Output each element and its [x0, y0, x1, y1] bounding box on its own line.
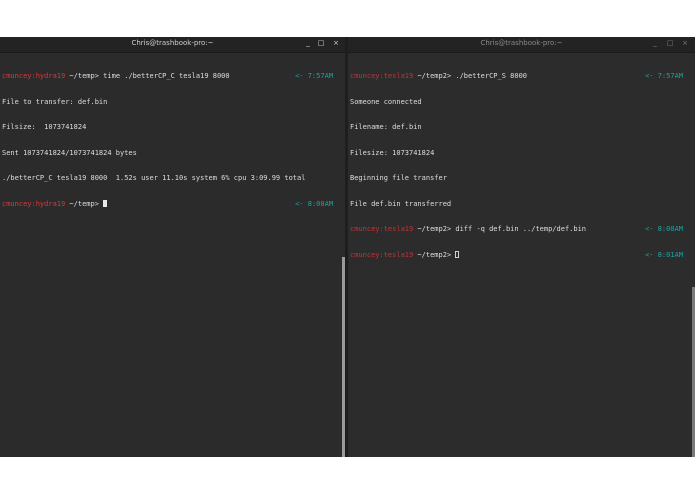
minimize-icon[interactable]: _: [303, 39, 313, 47]
prompt-line: cmuncey:hydra19 ~/temp> time ./betterCP_…: [2, 72, 333, 80]
output-line: File def.bin transferred: [350, 199, 452, 208]
left-terminal-output[interactable]: cmuncey:hydra19 ~/temp> time ./betterCP_…: [0, 53, 345, 225]
close-icon[interactable]: ×: [680, 39, 690, 47]
maximize-icon[interactable]: □: [316, 39, 326, 47]
command-text: time ./betterCP_C tesla19 8000: [103, 72, 230, 80]
text-cursor: [455, 250, 460, 258]
timestamp: <- 8:00AM: [645, 225, 683, 233]
timestamp: <- 8:00AM: [295, 199, 333, 208]
command-text: ./betterCP_S 8000: [455, 72, 528, 80]
timestamp: <- 7:57AM: [295, 72, 333, 80]
prompt-line: cmuncey:tesla19 ~/temp2> <- 8:01AM: [350, 250, 683, 259]
output-line: Beginning file transfer: [350, 174, 447, 182]
output-line: File to transfer: def.bin: [2, 97, 108, 106]
minimize-icon[interactable]: _: [650, 39, 660, 47]
left-titlebar[interactable]: Chris@trashbook-pro:~ _ □ ×: [0, 37, 345, 53]
output-line: Sent 1073741824/1073741824 bytes: [2, 148, 137, 157]
text-cursor: [103, 199, 108, 207]
output-line: ./betterCP_C tesla19 8000 1.52s user 11.…: [2, 174, 306, 182]
right-terminal-window[interactable]: Chris@trashbook-pro:~ _ □ × cmuncey:tesl…: [348, 37, 695, 457]
right-titlebar[interactable]: Chris@trashbook-pro:~ _ □ ×: [348, 37, 695, 53]
timestamp: <- 7:57AM: [645, 72, 683, 80]
output-line: Someone connected: [350, 97, 422, 106]
right-window-title: Chris@trashbook-pro:~: [480, 39, 563, 47]
close-icon[interactable]: ×: [331, 39, 341, 47]
prompt-line: cmuncey:tesla19 ~/temp2> ./betterCP_S 80…: [350, 72, 683, 80]
timestamp: <- 8:01AM: [645, 250, 683, 259]
prompt-line: cmuncey:hydra19 ~/temp> <- 8:00AM: [2, 199, 333, 208]
prompt-line: cmuncey:tesla19 ~/temp2> diff -q def.bin…: [350, 225, 683, 233]
maximize-icon[interactable]: □: [665, 39, 675, 47]
command-text: diff -q def.bin ../temp/def.bin: [455, 225, 587, 233]
output-line: Filename: def.bin: [350, 123, 422, 131]
right-terminal-output[interactable]: cmuncey:tesla19 ~/temp2> ./betterCP_S 80…: [348, 53, 695, 276]
left-window-title: Chris@trashbook-pro:~: [131, 39, 214, 47]
output-line: Filesize: 1073741824: [350, 148, 435, 157]
output-line: Filsize: 1073741824: [2, 123, 87, 131]
left-terminal-window[interactable]: Chris@trashbook-pro:~ _ □ × cmuncey:hydr…: [0, 37, 345, 457]
